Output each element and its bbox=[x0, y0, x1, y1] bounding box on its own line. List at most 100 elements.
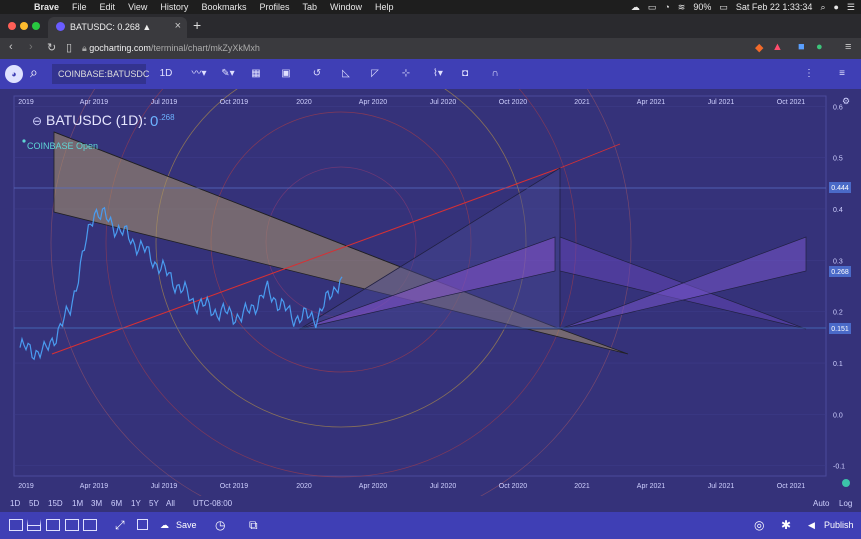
browser-menu-icon[interactable]: ≡ bbox=[845, 41, 851, 53]
camera-icon[interactable]: ◘ bbox=[456, 64, 474, 84]
timerange-bar: 1D 5D 15D 1M 3M 6M 1Y 5Y All UTC-08:00 A… bbox=[0, 496, 861, 512]
forward-icon[interactable]: › bbox=[29, 41, 33, 53]
browser-tab[interactable]: BATUSDC: 0.268 ▲ × bbox=[48, 17, 187, 38]
menu-window[interactable]: Window bbox=[330, 0, 362, 14]
interval-select[interactable]: 1D bbox=[155, 64, 177, 84]
sync-icon[interactable]: ◎ bbox=[754, 517, 764, 533]
zoom-window-button[interactable] bbox=[32, 22, 40, 30]
save-button[interactable]: Save bbox=[176, 517, 197, 533]
reload-icon[interactable]: ↻ bbox=[47, 41, 56, 54]
back-icon[interactable]: ‹ bbox=[9, 41, 13, 53]
extension-icon[interactable]: ■ bbox=[798, 41, 805, 53]
list-icon[interactable]: ☰ bbox=[847, 2, 855, 13]
range-3m[interactable]: 3M bbox=[91, 499, 102, 508]
hamburger-icon[interactable]: ≡ bbox=[833, 64, 851, 84]
chart-area[interactable]: 2019 Apr 2019 Jul 2019 Oct 2019 2020 Apr 2020… bbox=[0, 0, 861, 533]
pulse-icon[interactable]: ⌇▾ bbox=[427, 64, 449, 84]
range-1y[interactable]: 1Y bbox=[131, 499, 141, 508]
range-all[interactable]: All bbox=[166, 499, 175, 508]
url-field[interactable]: 🔒︎ gocharting.com/terminal/chart/mkZyXkM… bbox=[82, 40, 742, 57]
publish-button[interactable]: Publish bbox=[824, 517, 854, 533]
close-window-button[interactable] bbox=[8, 22, 16, 30]
clock-history-icon[interactable]: ◷ bbox=[215, 517, 225, 533]
user-icon[interactable]: ● bbox=[833, 2, 838, 12]
layout-four-icon[interactable] bbox=[83, 519, 97, 531]
x-tick-bottom: Jul 2021 bbox=[708, 483, 735, 490]
rewards-icon[interactable]: ▲ bbox=[772, 41, 783, 53]
y-tick: 0.0 bbox=[833, 412, 843, 419]
clock[interactable]: Sat Feb 22 1:33:34 bbox=[736, 2, 813, 12]
menu-view[interactable]: View bbox=[128, 0, 147, 14]
battery-percent[interactable]: 90% bbox=[693, 2, 711, 12]
x-tick-top: Apr 2020 bbox=[359, 99, 388, 106]
fullscreen-icon[interactable]: ⤢ bbox=[115, 517, 125, 533]
stop-icon[interactable] bbox=[137, 519, 148, 530]
chart-settings-icon[interactable]: ⚙ bbox=[842, 96, 850, 106]
search-icon[interactable]: ⌕ bbox=[30, 64, 48, 84]
menu-file[interactable]: File bbox=[72, 0, 87, 14]
cloud-save-icon[interactable]: ☁ bbox=[160, 517, 169, 533]
log-scale[interactable]: Log bbox=[839, 499, 852, 508]
layout-two-rows-icon[interactable] bbox=[27, 519, 41, 531]
minimize-window-button[interactable] bbox=[20, 22, 28, 30]
measure-icon[interactable]: ◸ bbox=[366, 64, 384, 84]
apple-logo-icon[interactable] bbox=[10, 1, 22, 13]
menu-brave[interactable]: Brave bbox=[34, 0, 59, 14]
x-tick-bottom: Oct 2021 bbox=[777, 483, 806, 490]
timezone[interactable]: UTC-08:00 bbox=[193, 499, 232, 508]
magnet-icon[interactable]: ∩ bbox=[486, 64, 504, 84]
close-tab-icon[interactable]: × bbox=[175, 20, 181, 32]
grid-icon[interactable]: ▦ bbox=[247, 64, 265, 84]
layout-icon[interactable]: ▣ bbox=[277, 64, 295, 84]
x-tick-bottom: Jul 2019 bbox=[151, 483, 178, 490]
status-dot[interactable] bbox=[842, 479, 850, 487]
auto-scale[interactable]: Auto bbox=[813, 499, 829, 508]
url-path: /terminal/chart/mkZyXkMxh bbox=[150, 43, 260, 53]
x-tick-top: Apr 2019 bbox=[80, 99, 109, 106]
crosshair-icon[interactable]: ⊹ bbox=[397, 64, 415, 84]
layout-two-cols-icon[interactable] bbox=[46, 519, 60, 531]
wifi-icon[interactable]: ≋ bbox=[678, 2, 686, 13]
range-6m[interactable]: 6M bbox=[111, 499, 122, 508]
menu-edit[interactable]: Edit bbox=[100, 0, 116, 14]
gocharting-logo-icon[interactable]: ◕ bbox=[5, 65, 23, 83]
menu-history[interactable]: History bbox=[160, 0, 188, 14]
bug-icon[interactable]: ✱ bbox=[781, 517, 791, 533]
menu-profiles[interactable]: Profiles bbox=[259, 0, 289, 14]
menu-help[interactable]: Help bbox=[375, 0, 394, 14]
x-tick-bottom: Jul 2020 bbox=[430, 483, 457, 490]
bookmark-icon[interactable]: ▯ bbox=[66, 41, 72, 54]
x-tick-top: Oct 2021 bbox=[777, 99, 806, 106]
layout-three-icon[interactable] bbox=[65, 519, 79, 531]
chart-type-icon[interactable]: 〰▾ bbox=[186, 64, 212, 84]
x-tick-top: 2020 bbox=[296, 99, 312, 106]
brave-shield-icon[interactable]: ◆ bbox=[755, 41, 763, 54]
battery-icon[interactable]: ▭ bbox=[719, 2, 728, 13]
add-chart-icon[interactable]: ⧉ bbox=[249, 517, 258, 533]
x-tick-top: Oct 2020 bbox=[499, 99, 528, 106]
range-1d[interactable]: 1D bbox=[10, 499, 20, 508]
tag-0268-label: 0.268 bbox=[831, 269, 849, 276]
fib-icon[interactable]: ◺ bbox=[337, 64, 355, 84]
range-5y[interactable]: 5Y bbox=[149, 499, 159, 508]
menu-bookmarks[interactable]: Bookmarks bbox=[201, 0, 246, 14]
zoom-out-icon[interactable]: ⊖ bbox=[32, 114, 42, 128]
range-15d[interactable]: 15D bbox=[48, 499, 63, 508]
symbol-input[interactable]: COINBASE:BATUSDC bbox=[52, 64, 149, 84]
new-tab-button[interactable]: + bbox=[193, 17, 201, 33]
clock-icon[interactable]: ◔ bbox=[664, 2, 669, 12]
x-tick-bottom: Apr 2020 bbox=[359, 483, 388, 490]
extension-green-icon[interactable]: ● bbox=[816, 41, 823, 53]
search-icon[interactable]: ⌕ bbox=[820, 2, 825, 13]
screen-icon[interactable]: ▭ bbox=[648, 2, 657, 13]
more-icon[interactable]: ⋮ bbox=[802, 64, 816, 84]
cloud-icon[interactable]: ☁ bbox=[631, 2, 640, 13]
price-chart[interactable]: 2019 Apr 2019 Jul 2019 Oct 2019 2020 Apr 2020… bbox=[0, 0, 861, 533]
menu-tab[interactable]: Tab bbox=[302, 0, 317, 14]
range-5d[interactable]: 5D bbox=[29, 499, 39, 508]
megaphone-icon[interactable]: ◀ bbox=[808, 517, 815, 533]
draw-tool-icon[interactable]: ✎▾ bbox=[217, 64, 239, 84]
range-1m[interactable]: 1M bbox=[72, 499, 83, 508]
indicator-icon[interactable]: ↺ bbox=[308, 64, 326, 84]
layout-single-icon[interactable] bbox=[9, 519, 23, 531]
